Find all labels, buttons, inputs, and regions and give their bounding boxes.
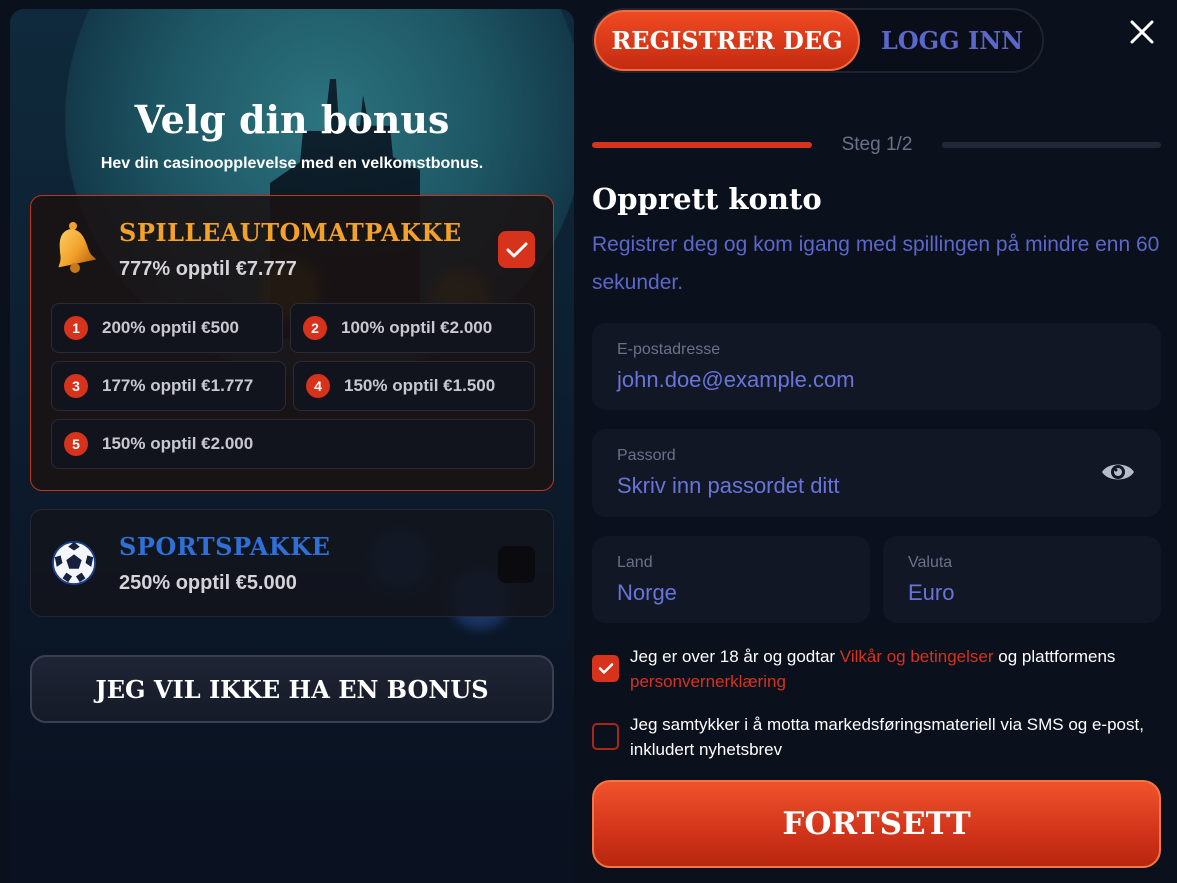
sport-package-title: SPORTSPAKKE: [119, 532, 331, 561]
tab-login[interactable]: LOGG INN: [860, 10, 1044, 71]
terms-text: Jeg er over 18 år og godtar Vilkår og be…: [630, 644, 1160, 694]
slot-package-checkbox[interactable]: [498, 231, 535, 268]
marketing-checkbox[interactable]: [592, 723, 619, 750]
sport-package-card[interactable]: SPORTSPAKKE 250% opptil €5.000: [30, 509, 554, 617]
option-text: 150% opptil €1.500: [344, 376, 496, 395]
option-text: 100% opptil €2.000: [341, 318, 493, 337]
bonus-title: Velg din bonus: [134, 97, 450, 142]
continue-button[interactable]: FORTSETT: [592, 780, 1161, 868]
terms-checkbox[interactable]: [592, 655, 619, 682]
slot-package-title: SPILLEAUTOMATPAKKE: [119, 218, 462, 247]
email-value[interactable]: john.doe@example.com: [617, 367, 855, 393]
bonus-option[interactable]: 2 100% opptil €2.000: [290, 303, 535, 353]
no-bonus-button[interactable]: JEG VIL IKKE HA EN BONUS: [30, 655, 554, 723]
marketing-text: Jeg samtykker i å motta markedsføringsma…: [630, 715, 1144, 759]
form-title: Opprett konto: [592, 182, 822, 216]
bonus-panel: Velg din bonus Hev din casinoopplevelse …: [10, 9, 574, 883]
option-text: 200% opptil €500: [102, 318, 240, 337]
terms-link[interactable]: Vilkår og betingelser: [840, 647, 994, 666]
sport-package-checkbox[interactable]: [498, 546, 535, 583]
slot-package-card[interactable]: SPILLEAUTOMATPAKKE 777% opptil €7.777 1 …: [30, 195, 554, 491]
country-label: Land: [617, 554, 653, 571]
bonus-option[interactable]: 5 150% opptil €2.000: [51, 419, 535, 469]
close-button[interactable]: [1124, 14, 1160, 50]
option-number: 3: [64, 374, 88, 398]
option-number: 2: [303, 316, 327, 340]
country-value[interactable]: Norge: [617, 580, 677, 606]
bonus-subtitle: Hev din casinoopplevelse med en velkomst…: [100, 155, 484, 172]
password-placeholder[interactable]: Skriv inn passordet ditt: [617, 473, 840, 499]
bonus-option[interactable]: 1 200% opptil €500: [51, 303, 283, 353]
currency-label: Valuta: [908, 554, 953, 571]
option-text: 150% opptil €2.000: [102, 434, 254, 453]
tab-register[interactable]: REGISTRER DEG: [594, 10, 860, 71]
option-number: 4: [306, 374, 330, 398]
form-description: Registrer deg og kom igang med spillinge…: [592, 233, 1160, 294]
password-label: Passord: [617, 447, 676, 464]
bell-icon: [53, 222, 99, 273]
soccer-ball-icon: [51, 538, 97, 588]
slot-package-offer: 777% opptil €7.777: [119, 258, 297, 280]
terms-text-part: Jeg er over 18 år og godtar: [630, 647, 840, 666]
checkmark-icon: [598, 663, 613, 674]
privacy-link[interactable]: personvernerklæring: [630, 672, 786, 691]
eye-icon[interactable]: [1099, 457, 1137, 487]
currency-select[interactable]: Valuta Euro: [883, 536, 1161, 623]
email-label: E-postadresse: [617, 341, 721, 358]
auth-tabs: REGISTRER DEG LOGG INN: [592, 8, 1044, 73]
close-icon: [1130, 20, 1154, 44]
option-number: 5: [64, 432, 88, 456]
country-select[interactable]: Land Norge: [592, 536, 870, 623]
terms-text-part: og plattformens: [993, 647, 1116, 666]
bonus-option[interactable]: 3 177% opptil €1.777: [51, 361, 286, 411]
progress-step-complete: [592, 142, 812, 148]
progress-step-remaining: [942, 142, 1161, 148]
bonus-option[interactable]: 4 150% opptil €1.500: [293, 361, 535, 411]
checkmark-icon: [506, 242, 527, 257]
email-field[interactable]: E-postadresse john.doe@example.com: [592, 323, 1161, 410]
step-indicator: Steg 1/2: [841, 134, 913, 155]
password-field[interactable]: Passord Skriv inn passordet ditt: [592, 429, 1161, 517]
option-text: 177% opptil €1.777: [102, 376, 254, 395]
currency-value[interactable]: Euro: [908, 580, 954, 606]
option-number: 1: [64, 316, 88, 340]
sport-package-offer: 250% opptil €5.000: [119, 572, 297, 594]
